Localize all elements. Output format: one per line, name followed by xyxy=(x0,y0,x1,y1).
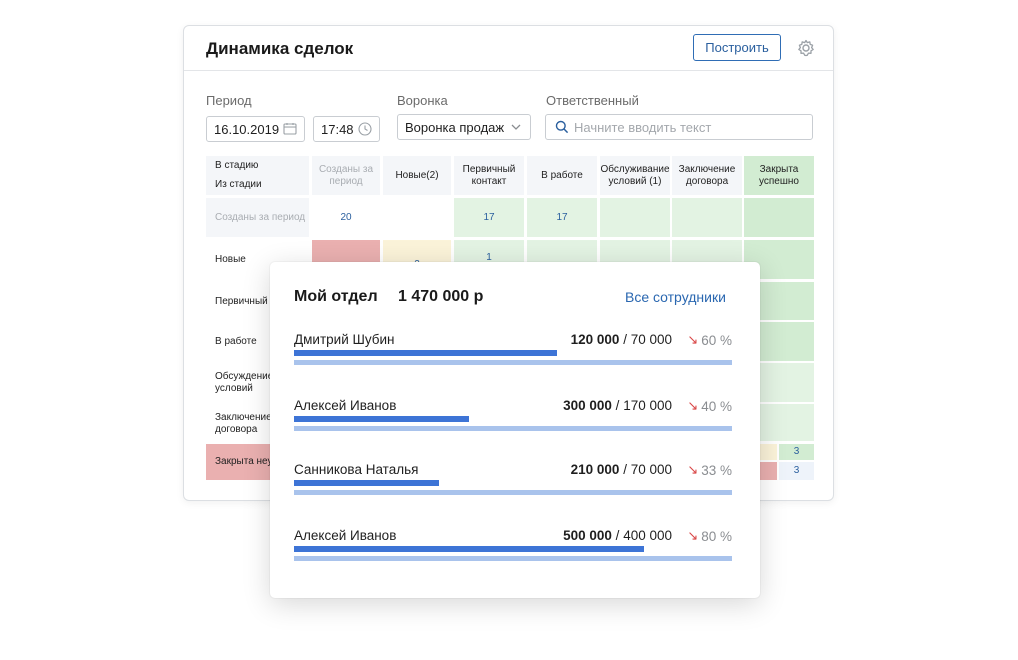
employee-row[interactable]: Санникова Наталья 210 000 / 70 000 ↘33 % xyxy=(294,462,732,512)
build-button[interactable]: Построить xyxy=(693,34,781,61)
cell-created-conditions xyxy=(600,198,670,237)
employee-row[interactable]: Алексей Иванов 300 000 / 170 000 ↘40 % xyxy=(294,398,732,448)
col-header-conditions: Обслуживание условий (1) xyxy=(600,156,670,195)
employee-percent: ↘60 % xyxy=(687,332,732,348)
popup-title: Мой отдел xyxy=(294,288,378,306)
employee-progress-bar xyxy=(294,350,557,356)
col-header-primary-contact: Первичный контакт xyxy=(454,156,524,195)
trend-down-icon: ↘ xyxy=(687,462,698,478)
time-field[interactable]: 17:48 xyxy=(313,116,380,142)
employee-percent: ↘80 % xyxy=(687,528,732,544)
cell-created-in-work: 17 xyxy=(527,198,597,237)
cell-closed-won-value-1: 3 xyxy=(779,444,814,460)
date-field[interactable]: 16.10.2019 xyxy=(206,116,305,142)
employee-progress-bar xyxy=(294,546,644,552)
employee-progress-track xyxy=(294,426,732,431)
funnel-select[interactable]: Воронка продаж xyxy=(397,114,531,140)
employee-percent: ↘33 % xyxy=(687,462,732,478)
card-title: Динамика сделок xyxy=(206,39,353,59)
employee-row[interactable]: Алексей Иванов 500 000 / 400 000 ↘80 % xyxy=(294,528,732,578)
col-header-contract: Заключение договора xyxy=(672,156,742,195)
corner-from-stage: Из стадии xyxy=(206,175,309,195)
all-employees-link[interactable]: Все сотрудники xyxy=(625,289,726,305)
funnel-label: Воронка xyxy=(397,93,448,108)
calendar-icon[interactable] xyxy=(282,121,298,137)
chevron-down-icon xyxy=(508,119,524,135)
employee-name: Дмитрий Шубин xyxy=(294,332,395,347)
trend-down-icon: ↘ xyxy=(687,332,698,348)
employee-row[interactable]: Дмитрий Шубин 120 000 / 70 000 ↘60 % xyxy=(294,332,732,382)
employee-progress-track xyxy=(294,556,732,561)
cell-created-new xyxy=(383,198,451,237)
clock-icon[interactable] xyxy=(357,121,373,137)
cell-created-created: 20 xyxy=(312,198,380,237)
employee-progress-track xyxy=(294,360,732,365)
cell-created-primary: 17 xyxy=(454,198,524,237)
row-header-created: Созданы за период xyxy=(206,198,309,237)
col-header-new: Новые(2) xyxy=(383,156,451,195)
employee-amount: 210 000 / 70 000 xyxy=(571,462,672,477)
search-placeholder: Начните вводить текст xyxy=(574,120,711,135)
employee-progress-track xyxy=(294,490,732,495)
gear-icon[interactable] xyxy=(796,38,816,58)
date-value: 16.10.2019 xyxy=(214,122,279,137)
col-header-closed-won: Закрыта успешно xyxy=(744,156,814,195)
cell-closed-won-value-2: 3 xyxy=(779,462,814,480)
time-value: 17:48 xyxy=(321,122,354,137)
department-popup: Мой отдел 1 470 000 р Все сотрудники Дми… xyxy=(270,262,760,598)
trend-down-icon: ↘ xyxy=(687,398,698,414)
col-header-created: Созданы за период xyxy=(312,156,380,195)
responsible-label: Ответственный xyxy=(546,93,639,108)
responsible-search-input[interactable]: Начните вводить текст xyxy=(545,114,813,140)
popup-total: 1 470 000 р xyxy=(398,288,483,306)
employee-amount: 500 000 / 400 000 xyxy=(563,528,672,543)
employee-name: Алексей Иванов xyxy=(294,528,396,543)
employee-amount: 300 000 / 170 000 xyxy=(563,398,672,413)
employee-progress-bar xyxy=(294,416,469,422)
cell-created-closed-won xyxy=(744,198,814,237)
employee-amount: 120 000 / 70 000 xyxy=(571,332,672,347)
card-header: Динамика сделок Построить xyxy=(184,26,833,71)
trend-down-icon: ↘ xyxy=(687,528,698,544)
cell-created-contract xyxy=(672,198,742,237)
employee-progress-bar xyxy=(294,480,439,486)
funnel-value: Воронка продаж xyxy=(405,120,504,135)
employee-percent: ↘40 % xyxy=(687,398,732,414)
employee-name: Санникова Наталья xyxy=(294,462,418,477)
employee-name: Алексей Иванов xyxy=(294,398,396,413)
search-icon xyxy=(555,120,569,134)
period-label: Период xyxy=(206,93,252,108)
col-header-in-work: В работе xyxy=(527,156,597,195)
corner-to-stage: В стадию xyxy=(206,156,309,175)
